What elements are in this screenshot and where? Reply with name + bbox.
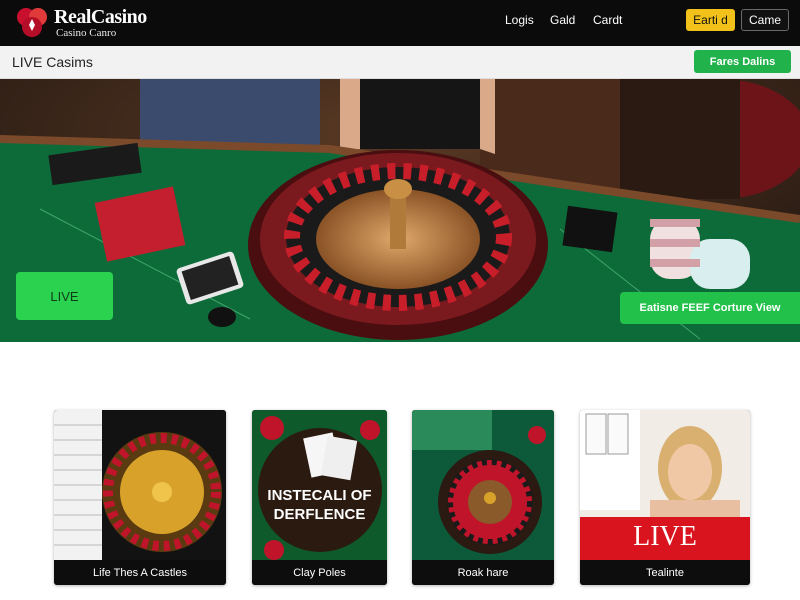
section-header: LIVE Casims bbox=[0, 46, 800, 79]
roulette-board-image bbox=[54, 410, 226, 560]
cards-table-image bbox=[252, 410, 387, 560]
logo[interactable]: RealCasino Casino Canro bbox=[14, 3, 164, 43]
card-overlay-line-1: INSTECALI OF bbox=[267, 487, 372, 504]
live-button[interactable]: LIVE bbox=[16, 272, 113, 320]
primary-header-button[interactable]: Earti d bbox=[686, 9, 735, 31]
game-card-4[interactable]: LIVE Tealinte bbox=[580, 410, 750, 585]
game-card-3[interactable]: Roak hare bbox=[412, 410, 554, 585]
secondary-header-button[interactable]: Came bbox=[741, 9, 789, 31]
card-caption: Tealinte bbox=[580, 560, 750, 585]
game-card-2[interactable]: INSTECALI OF DERFLENCE Clay Poles bbox=[252, 410, 387, 585]
section-action-button[interactable]: Fares Dalins bbox=[694, 50, 791, 73]
nav-link-gald[interactable]: Gald bbox=[550, 13, 575, 27]
brand-subtitle: Casino Canro bbox=[56, 27, 117, 39]
roulette-wheel-image bbox=[412, 410, 554, 560]
hero-cta-button[interactable]: Eatisne FEEF Corture View bbox=[620, 292, 800, 324]
card-overlay-line-2: DERFLENCE bbox=[273, 506, 366, 523]
card-caption: Life Thes A Castles bbox=[54, 560, 226, 585]
section-title: LIVE Casims bbox=[12, 54, 93, 70]
live-overlay-label: LIVE bbox=[633, 521, 697, 552]
game-card-1[interactable]: Life Thes A Castles bbox=[54, 410, 226, 585]
nav-link-cardt[interactable]: Cardt bbox=[593, 13, 622, 27]
card-caption: Roak hare bbox=[412, 560, 554, 585]
nav-link-logis[interactable]: Logis bbox=[505, 13, 534, 27]
card-overlay-title: INSTECALI OF DERFLENCE bbox=[252, 486, 387, 524]
logo-icon bbox=[17, 8, 47, 37]
card-caption: Clay Poles bbox=[252, 560, 387, 585]
brand-name: RealCasino bbox=[54, 6, 147, 28]
top-navbar: RealCasino Casino Canro Logis Gald Cardt… bbox=[0, 0, 800, 46]
